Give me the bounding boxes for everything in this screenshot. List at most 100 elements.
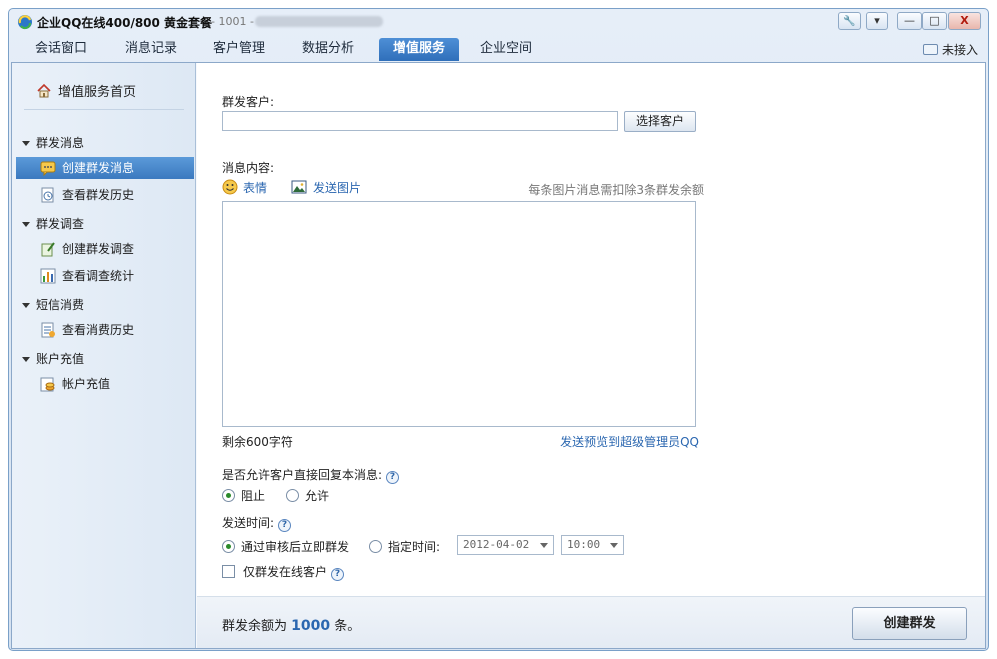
sidebar-item-account-recharge[interactable]: 帐户充值 bbox=[16, 373, 194, 395]
quota-text: 群发余额为 1000 条。 bbox=[222, 615, 360, 634]
send-scheduled-option[interactable]: 指定时间: bbox=[369, 538, 440, 555]
tab-history[interactable]: 消息记录 bbox=[113, 38, 189, 61]
radio-allow-label: 允许 bbox=[305, 489, 330, 503]
help-icon[interactable]: ? bbox=[278, 519, 292, 532]
connection-status[interactable]: 未接入 bbox=[922, 41, 978, 58]
chat-bubble-icon bbox=[922, 44, 938, 55]
sidebar-item-mass-history[interactable]: 查看群发历史 bbox=[16, 184, 194, 206]
emoji-button[interactable]: 表情 bbox=[222, 179, 267, 196]
tab-customers[interactable]: 客户管理 bbox=[201, 38, 277, 61]
quota-value: 1000 bbox=[291, 618, 331, 634]
online-only-checkbox[interactable] bbox=[222, 565, 235, 578]
tools-button[interactable]: 🔧 bbox=[838, 12, 861, 30]
reply-permission-label: 是否允许客户直接回复本消息: bbox=[222, 468, 383, 482]
smiley-icon bbox=[222, 179, 238, 195]
group-label: 短信消费 bbox=[36, 298, 85, 312]
tab-value-added[interactable]: 增值服务 bbox=[379, 38, 459, 61]
connection-status-label: 未接入 bbox=[941, 43, 978, 57]
footer-bar: 群发余额为 1000 条。 创建群发 bbox=[197, 596, 985, 648]
quota-prefix: 群发余额为 bbox=[222, 619, 288, 634]
radio-block[interactable] bbox=[222, 489, 235, 502]
send-time-row: 发送时间:? bbox=[222, 514, 292, 532]
coins-icon bbox=[40, 377, 55, 392]
chevron-down-icon bbox=[610, 543, 618, 548]
sidebar-item-survey-stats[interactable]: 查看调查统计 bbox=[16, 265, 194, 287]
expand-arrow-icon bbox=[22, 141, 30, 146]
time-select[interactable]: 10:00 bbox=[561, 535, 624, 555]
help-icon[interactable]: ? bbox=[331, 568, 345, 581]
recipients-label: 群发客户: bbox=[222, 95, 275, 109]
close-icon: X bbox=[960, 14, 969, 27]
sidebar-item-label: 查看调查统计 bbox=[62, 269, 135, 283]
radio-allow[interactable] bbox=[286, 489, 299, 502]
tab-enterprise-space[interactable]: 企业空间 bbox=[468, 38, 544, 61]
time-value: 10:00 bbox=[567, 538, 601, 551]
message-content-textarea[interactable] bbox=[222, 201, 696, 427]
online-only-option[interactable]: 仅群发在线客户? bbox=[222, 563, 345, 581]
recipients-input[interactable] bbox=[222, 111, 618, 131]
choose-customer-button[interactable]: 选择客户 bbox=[624, 111, 696, 132]
sidebar-home[interactable]: 增值服务首页 bbox=[36, 81, 136, 100]
sidebar-group-mass-message[interactable]: 群发消息 bbox=[22, 134, 84, 151]
send-image-button[interactable]: 发送图片 bbox=[291, 179, 361, 196]
sidebar-home-label: 增值服务首页 bbox=[58, 85, 137, 100]
expand-arrow-icon bbox=[22, 222, 30, 227]
emoji-label: 表情 bbox=[243, 181, 268, 195]
send-immediately-option[interactable]: 通过审核后立即群发 bbox=[222, 538, 349, 555]
account-name-redacted bbox=[255, 16, 383, 27]
app-window: 企业QQ在线400/800 黄金套餐 - 1001 - 🔧 ▾ — □ X 会话… bbox=[8, 8, 989, 651]
sidebar-item-label: 创建群发调查 bbox=[62, 242, 135, 256]
dropdown-icon: ▾ bbox=[874, 14, 880, 27]
close-button[interactable]: X bbox=[948, 12, 981, 30]
sidebar-item-label: 查看消费历史 bbox=[62, 323, 135, 337]
send-image-label: 发送图片 bbox=[313, 181, 362, 195]
main-panel: 群发客户: 选择客户 消息内容: 表情 发送图片 每条图片消息需扣除3条群发余额… bbox=[197, 63, 985, 648]
sidebar-divider bbox=[24, 109, 184, 110]
preview-to-admin-link[interactable]: 发送预览到超级管理员QQ bbox=[560, 433, 699, 450]
title-bar[interactable]: 企业QQ在线400/800 黄金套餐 - 1001 - 🔧 ▾ — □ X bbox=[9, 9, 988, 35]
tab-analytics[interactable]: 数据分析 bbox=[290, 38, 366, 61]
sidebar: 增值服务首页 群发消息 创建群发消息 查看群发历史 群发调查 创建群发调查 查看… bbox=[12, 63, 196, 648]
group-label: 群发消息 bbox=[36, 136, 85, 150]
message-bubble-icon bbox=[40, 161, 56, 176]
bar-chart-icon bbox=[40, 268, 56, 284]
tab-chat[interactable]: 会话窗口 bbox=[23, 38, 99, 61]
main-tabs: 会话窗口 消息记录 客户管理 数据分析 增值服务 企业空间 未接入 bbox=[9, 37, 988, 61]
help-icon[interactable]: ? bbox=[386, 471, 400, 484]
date-select[interactable]: 2012-04-02 bbox=[457, 535, 554, 555]
radio-scheduled-label: 指定时间: bbox=[388, 540, 441, 554]
image-deduction-note: 每条图片消息需扣除3条群发余额 bbox=[528, 183, 704, 197]
radio-immediate[interactable] bbox=[222, 540, 235, 553]
create-mass-send-button[interactable]: 创建群发 bbox=[852, 607, 967, 640]
sidebar-item-consumption-history[interactable]: 查看消费历史 bbox=[16, 319, 194, 341]
online-only-label: 仅群发在线客户 bbox=[243, 565, 328, 579]
menu-button[interactable]: ▾ bbox=[866, 12, 888, 30]
content-label: 消息内容: bbox=[222, 161, 275, 175]
group-label: 账户充值 bbox=[36, 352, 85, 366]
qq-logo-icon bbox=[18, 15, 32, 30]
group-label: 群发调查 bbox=[36, 217, 85, 231]
sidebar-item-label: 帐户充值 bbox=[62, 377, 111, 391]
sidebar-item-label: 查看群发历史 bbox=[62, 188, 135, 202]
sidebar-item-create-survey[interactable]: 创建群发调查 bbox=[16, 238, 194, 260]
sidebar-item-create-mass-message[interactable]: 创建群发消息 bbox=[16, 157, 194, 179]
radio-immediate-label: 通过审核后立即群发 bbox=[241, 540, 350, 554]
reply-permission-row: 是否允许客户直接回复本消息:? bbox=[222, 466, 400, 484]
remaining-chars: 剩余600字符 bbox=[222, 435, 293, 449]
reply-block-option[interactable]: 阻止 bbox=[222, 487, 265, 504]
reply-allow-option[interactable]: 允许 bbox=[286, 487, 329, 504]
radio-scheduled[interactable] bbox=[369, 540, 382, 553]
maximize-icon: □ bbox=[929, 14, 940, 27]
sidebar-group-sms[interactable]: 短信消费 bbox=[22, 296, 84, 313]
radio-block-label: 阻止 bbox=[241, 489, 266, 503]
sidebar-group-survey[interactable]: 群发调查 bbox=[22, 215, 84, 232]
picture-icon bbox=[291, 180, 307, 194]
wrench-icon: 🔧 bbox=[843, 16, 856, 27]
minimize-button[interactable]: — bbox=[897, 12, 922, 30]
send-time-label: 发送时间: bbox=[222, 516, 275, 530]
date-value: 2012-04-02 bbox=[463, 538, 530, 551]
window-subtitle: - 1001 - bbox=[211, 15, 254, 28]
content-frame: 增值服务首页 群发消息 创建群发消息 查看群发历史 群发调查 创建群发调查 查看… bbox=[11, 62, 986, 649]
maximize-button[interactable]: □ bbox=[922, 12, 947, 30]
sidebar-group-recharge[interactable]: 账户充值 bbox=[22, 350, 84, 367]
